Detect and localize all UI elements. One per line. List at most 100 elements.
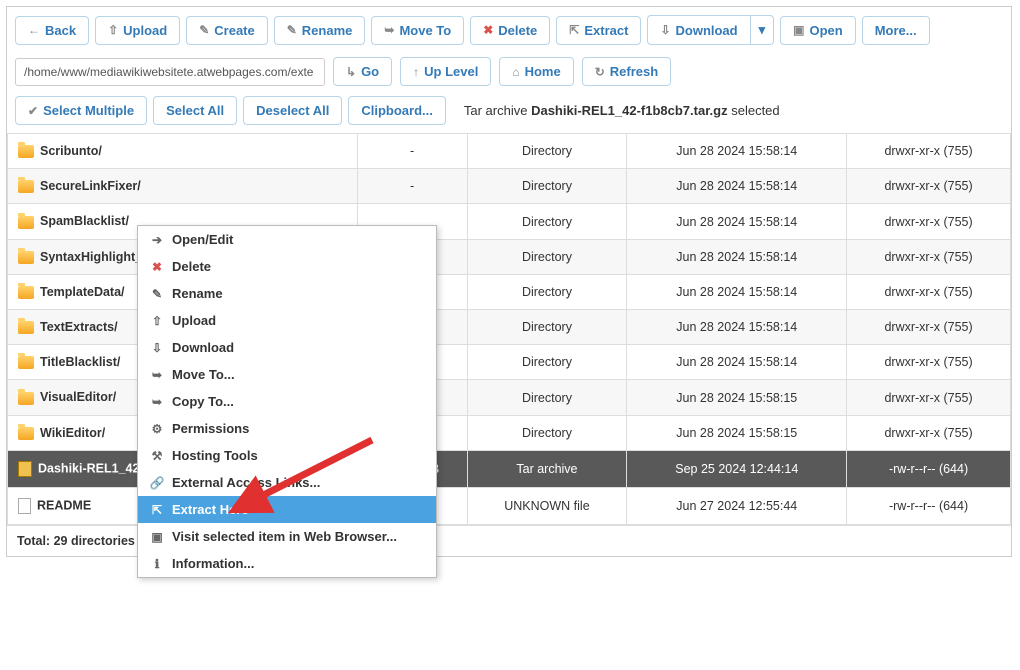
navigation-toolbar: ↳Go ↑Up Level ⌂Home ↻Refresh: [7, 53, 1011, 96]
upload-icon: ⇧: [108, 23, 118, 37]
extract-button[interactable]: ⇱Extract: [556, 16, 641, 45]
selection-toolbar: ✔Select Multiple Select All Deselect All…: [7, 96, 1011, 133]
selection-status: Tar archive Dashiki-REL1_42-f1b8cb7.tar.…: [464, 103, 780, 118]
file-type: UNKNOWN file: [467, 487, 627, 524]
file-type: Directory: [467, 380, 627, 415]
file-permissions: drwxr-xr-x (755): [847, 169, 1011, 204]
ctx-delete[interactable]: ✖Delete: [138, 253, 436, 280]
file-name: Scribunto/: [40, 144, 102, 158]
archive-icon: [18, 461, 32, 477]
deselect-all-button[interactable]: Deselect All: [243, 96, 342, 125]
delete-icon: ✖: [483, 23, 493, 37]
home-button[interactable]: ⌂Home: [499, 57, 573, 86]
back-button[interactable]: ←Back: [15, 16, 89, 45]
file-type: Directory: [467, 345, 627, 380]
delete-button[interactable]: ✖Delete: [470, 16, 550, 45]
file-permissions: drwxr-xr-x (755): [847, 345, 1011, 380]
ctx-copy-to[interactable]: ➥Copy To...: [138, 388, 436, 415]
file-date: Sep 25 2024 12:44:14: [627, 450, 847, 487]
file-name: SyntaxHighlight_: [40, 250, 142, 264]
file-name: SpamBlacklist/: [40, 214, 129, 228]
up-level-button[interactable]: ↑Up Level: [400, 57, 491, 86]
ctx-hosting-tools[interactable]: ⚒Hosting Tools: [138, 442, 436, 469]
file-size: -: [357, 169, 467, 204]
clipboard-button[interactable]: Clipboard...: [348, 96, 446, 125]
file-date: Jun 28 2024 15:58:14: [627, 239, 847, 274]
download-icon: ⇩: [660, 23, 670, 37]
check-icon: ✔: [28, 104, 38, 118]
file-type: Directory: [467, 310, 627, 345]
file-date: Jun 27 2024 12:55:44: [627, 487, 847, 524]
folder-icon: [18, 427, 34, 440]
gear-icon: ⚙: [150, 422, 164, 436]
file-permissions: -rw-r--r-- (644): [847, 487, 1011, 524]
file-size: -: [357, 134, 467, 169]
ctx-rename[interactable]: ✎Rename: [138, 280, 436, 307]
download-button[interactable]: ⇩Download: [647, 15, 750, 45]
file-date: Jun 28 2024 15:58:14: [627, 310, 847, 345]
file-permissions: drwxr-xr-x (755): [847, 134, 1011, 169]
file-name: README: [37, 498, 91, 512]
file-date: Jun 28 2024 15:58:14: [627, 169, 847, 204]
select-multiple-button[interactable]: ✔Select Multiple: [15, 96, 147, 125]
upload-button[interactable]: ⇧Upload: [95, 16, 180, 45]
ctx-upload[interactable]: ⇧Upload: [138, 307, 436, 334]
file-type: Directory: [467, 415, 627, 450]
file-type: Directory: [467, 274, 627, 309]
file-icon: [18, 498, 31, 514]
ctx-external-links[interactable]: 🔗External Access Links...: [138, 469, 436, 496]
folder-icon: [18, 286, 34, 299]
file-permissions: drwxr-xr-x (755): [847, 380, 1011, 415]
go-button[interactable]: ↳Go: [333, 57, 392, 86]
file-permissions: drwxr-xr-x (755): [847, 274, 1011, 309]
rename-icon: ✎: [287, 23, 297, 37]
file-type: Directory: [467, 239, 627, 274]
file-permissions: drwxr-xr-x (755): [847, 204, 1011, 239]
extract-icon: ⇱: [150, 503, 164, 517]
ctx-information[interactable]: ℹInformation...: [138, 550, 436, 577]
ctx-permissions[interactable]: ⚙Permissions: [138, 415, 436, 442]
ctx-open-edit[interactable]: ➔Open/Edit: [138, 226, 436, 253]
download-icon: ⇩: [150, 341, 164, 355]
download-dropdown[interactable]: ▾: [751, 15, 775, 45]
open-button[interactable]: ▣Open: [780, 16, 856, 45]
file-name: TemplateData/: [40, 285, 125, 299]
play-icon: ➔: [150, 233, 164, 247]
path-input[interactable]: [15, 58, 325, 86]
move-to-button[interactable]: ➥Move To: [371, 16, 464, 45]
refresh-button[interactable]: ↻Refresh: [582, 57, 671, 86]
more-button[interactable]: More...: [862, 16, 930, 45]
link-icon: 🔗: [150, 476, 164, 490]
file-date: Jun 28 2024 15:58:15: [627, 380, 847, 415]
file-date: Jun 28 2024 15:58:14: [627, 134, 847, 169]
table-row[interactable]: SecureLinkFixer/ -DirectoryJun 28 2024 15…: [8, 169, 1011, 204]
file-name: WikiEditor/: [40, 426, 105, 440]
file-name: TextExtracts/: [40, 320, 118, 334]
file-permissions: drwxr-xr-x (755): [847, 310, 1011, 345]
ctx-move-to[interactable]: ➥Move To...: [138, 361, 436, 388]
file-permissions: -rw-r--r-- (644): [847, 450, 1011, 487]
upload-icon: ⇧: [150, 314, 164, 328]
folder-icon: [18, 392, 34, 405]
folder-icon: [18, 180, 34, 193]
rename-button[interactable]: ✎Rename: [274, 16, 366, 45]
up-arrow-icon: ↑: [413, 65, 419, 79]
main-toolbar: ←Back ⇧Upload ✎Create ✎Rename ➥Move To ✖…: [7, 7, 1011, 53]
folder-icon: [18, 251, 34, 264]
ctx-download[interactable]: ⇩Download: [138, 334, 436, 361]
file-type: Directory: [467, 169, 627, 204]
file-date: Jun 28 2024 15:58:14: [627, 274, 847, 309]
create-button[interactable]: ✎Create: [186, 16, 268, 45]
file-permissions: drwxr-xr-x (755): [847, 415, 1011, 450]
file-name: SecureLinkFixer/: [40, 179, 141, 193]
context-menu: ➔Open/Edit ✖Delete ✎Rename ⇧Upload ⇩Down…: [137, 225, 437, 578]
caret-down-icon: ▾: [759, 22, 766, 38]
select-all-button[interactable]: Select All: [153, 96, 237, 125]
table-row[interactable]: Scribunto/-DirectoryJun 28 2024 15:58:14…: [8, 134, 1011, 169]
ctx-extract-here[interactable]: ⇱Extract Here: [138, 496, 436, 523]
file-type: Tar archive: [467, 450, 627, 487]
ctx-visit-browser[interactable]: ▣Visit selected item in Web Browser...: [138, 523, 436, 550]
move-icon: ➥: [150, 368, 164, 382]
pencil-icon: ✎: [150, 287, 164, 301]
extract-icon: ⇱: [569, 23, 579, 37]
